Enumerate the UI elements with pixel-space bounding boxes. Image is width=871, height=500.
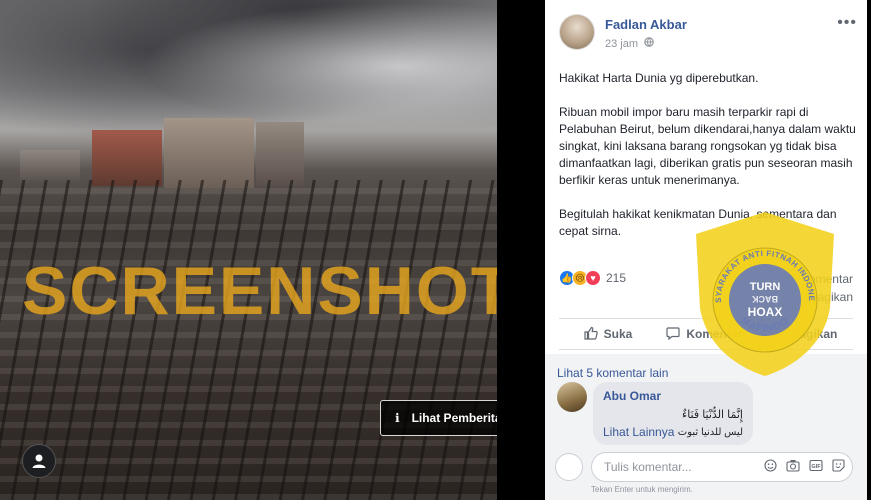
logo-center-top: TURN [750, 281, 781, 293]
enter-hint: Tekan Enter untuk mengirim. [591, 485, 693, 494]
post-paragraph: Hakikat Harta Dunia yg diperebutkan. [559, 71, 759, 85]
comment-icon [666, 326, 680, 343]
post-header: Fadlan Akbar 23 jam [559, 14, 687, 50]
post-photo[interactable]: SCREENSHOT BY ℹ Lihat Pemberitahuan [0, 0, 497, 500]
comment-item: Abu Omar إِنَّمَا الدُّنْيَا فَنَاءٌ Lih… [557, 382, 753, 445]
post-meta: 23 jam [605, 37, 687, 50]
mafindo-shield-icon: MASYARAKAT ANTI FITNAH INDONESIA MAFINDO… [686, 201, 834, 376]
ruined-building [20, 150, 80, 182]
tagged-user-button[interactable] [22, 444, 56, 478]
author-avatar[interactable] [559, 14, 595, 50]
reactions-summary[interactable]: 👍 😢 ♥ 215 [559, 270, 626, 286]
svg-text:GIF: GIF [811, 464, 821, 470]
info-icon: ℹ [395, 411, 400, 425]
emoji-icon[interactable] [764, 459, 777, 475]
author-name[interactable]: Fadlan Akbar [605, 17, 687, 32]
reaction-count: 215 [606, 271, 627, 285]
notice-button[interactable]: ℹ Lihat Pemberitahuan [380, 400, 497, 436]
globe-icon [644, 37, 654, 50]
logo-center-mid: BACK [752, 294, 778, 304]
ruined-building [92, 130, 162, 186]
like-button[interactable]: Suka [559, 319, 657, 349]
sticker-icon[interactable] [832, 459, 845, 475]
user-icon [32, 454, 46, 468]
notice-button-label: Lihat Pemberitahuan [411, 411, 497, 425]
comment-input[interactable]: Tulis komentar... GIF [591, 452, 853, 482]
love-reaction-icon: ♥ [585, 270, 601, 286]
post-time[interactable]: 23 jam [605, 38, 638, 50]
camera-icon[interactable] [786, 459, 800, 475]
comment-bubble: Abu Omar إِنَّمَا الدُّنْيَا فَنَاءٌ Lih… [593, 382, 753, 445]
see-more-link[interactable]: Lihat Lainnya [603, 425, 674, 439]
view-more-comments-link[interactable]: Lihat 5 komentar lain [557, 366, 668, 380]
ruined-building [164, 118, 254, 188]
thumbs-up-icon [584, 326, 598, 343]
comment-text: إِنَّمَا الدُّنْيَا فَنَاءٌ [682, 409, 743, 421]
logo-center-bottom: HOAX [748, 305, 783, 319]
burnt-car-rows [0, 180, 497, 500]
watermark-text: SCREENSHOT BY [22, 253, 497, 329]
comment-input-placeholder: Tulis komentar... [604, 460, 692, 474]
ruined-building [256, 122, 304, 186]
comment-text-second-line: ليس للدنيا ثبوت [677, 426, 743, 438]
more-options-button[interactable]: ••• [837, 14, 857, 32]
like-label: Suka [603, 327, 633, 341]
mafindo-logo: MASYARAKAT ANTI FITNAH INDONESIA MAFINDO… [686, 201, 840, 380]
current-user-avatar [555, 453, 583, 481]
post-paragraph: Ribuan mobil impor baru masih terparkir … [559, 105, 856, 187]
comment-composer: Tulis komentar... GIF [555, 452, 853, 482]
author-block: Fadlan Akbar 23 jam [605, 14, 687, 50]
gif-icon[interactable]: GIF [809, 459, 823, 475]
comment-footer: Lihat Lainnya ليس للدنيا ثبوت [603, 425, 743, 439]
commenter-avatar[interactable] [557, 382, 587, 412]
commenter-name[interactable]: Abu Omar [603, 389, 743, 403]
composer-icons: GIF [755, 459, 845, 475]
